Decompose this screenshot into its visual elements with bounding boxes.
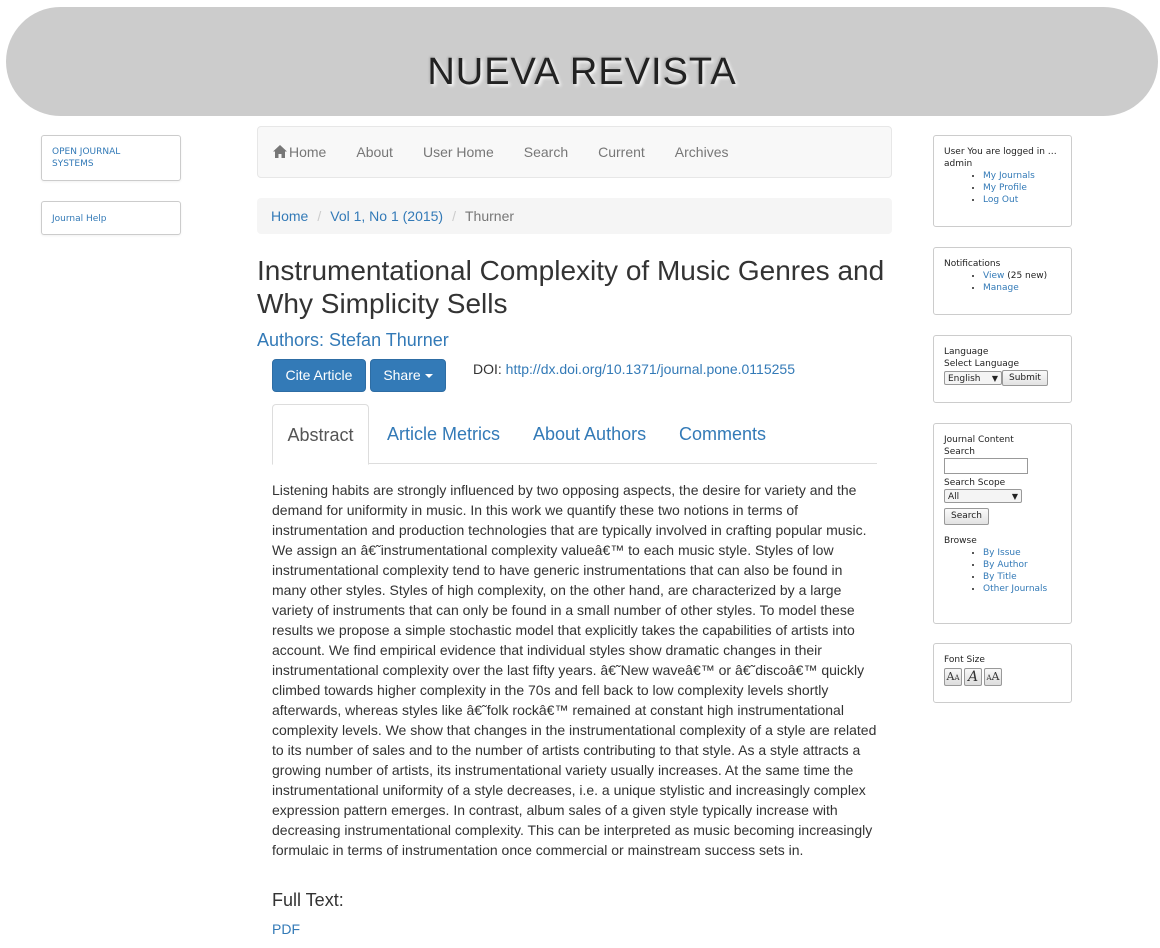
dropdown-arrow-icon: ▼	[991, 374, 998, 383]
list-item: By Title	[983, 571, 1061, 583]
site-title: NUEVA REVISTA	[427, 51, 737, 93]
view-notifications-link[interactable]: View	[983, 271, 1004, 281]
cite-article-button[interactable]: Cite Article	[272, 359, 366, 392]
select-language-label: Select Language	[944, 359, 1020, 369]
journal-help-block: Journal Help	[41, 201, 181, 235]
share-button-label: Share	[383, 367, 421, 383]
breadcrumb-current: Thurner	[465, 208, 515, 224]
logged-in-text: User You are logged in as...	[944, 147, 1062, 157]
list-item: Log Out	[983, 194, 1061, 206]
breadcrumb-issue[interactable]: Vol 1, No 1 (2015)	[330, 208, 443, 224]
doi-label: DOI:	[473, 361, 502, 377]
language-block: Language Select Language English ▼ Submit	[933, 335, 1072, 403]
search-button[interactable]: Search	[944, 508, 989, 525]
dropdown-arrow-icon: ▼	[1011, 492, 1018, 501]
my-journals-link[interactable]: My Journals	[983, 171, 1035, 181]
home-icon	[273, 128, 287, 178]
nav-current[interactable]: Current	[583, 127, 660, 178]
my-profile-link[interactable]: My Profile	[983, 183, 1027, 193]
nav-search[interactable]: Search	[509, 127, 583, 178]
article-tabs: Abstract Article Metrics About Authors C…	[272, 404, 877, 465]
doi-link[interactable]: http://dx.doi.org/10.1371/journal.pone.0…	[506, 361, 795, 377]
list-item: By Issue	[983, 547, 1061, 559]
username: admin	[944, 159, 973, 169]
search-scope-label: Search Scope	[944, 478, 1006, 488]
breadcrumb-home[interactable]: Home	[271, 208, 308, 224]
browse-by-title-link[interactable]: By Title	[983, 572, 1017, 582]
search-label: Search	[944, 447, 975, 457]
manage-notifications-link[interactable]: Manage	[983, 283, 1019, 293]
list-item: By Author	[983, 559, 1061, 571]
search-scope-select[interactable]: All ▼	[944, 489, 1022, 503]
notification-count: (25 new)	[1004, 271, 1048, 281]
font-default-icon[interactable]: A	[964, 668, 982, 686]
user-block: User You are logged in as... admin My Jo…	[933, 135, 1072, 227]
list-item: Manage	[983, 282, 1061, 294]
journal-help-link[interactable]: Journal Help	[42, 202, 180, 225]
list-item: My Journals	[983, 170, 1061, 182]
language-submit-button[interactable]: Submit	[1002, 370, 1048, 386]
search-input[interactable]	[944, 458, 1028, 474]
list-item: My Profile	[983, 182, 1061, 194]
browse-by-author-link[interactable]: By Author	[983, 560, 1028, 570]
font-size-title: Font Size	[944, 655, 985, 665]
notifications-block: Notifications View (25 new) Manage	[933, 247, 1072, 315]
ojs-block: OPEN JOURNAL SYSTEMS	[41, 135, 181, 181]
tab-comments[interactable]: Comments	[679, 404, 766, 464]
font-smaller-icon[interactable]: AA	[944, 668, 962, 686]
language-selected: English	[948, 374, 981, 384]
language-title: Language	[944, 347, 989, 357]
language-select[interactable]: English ▼	[944, 371, 1002, 385]
font-larger-icon[interactable]: AA	[984, 668, 1002, 686]
nav-home-label: Home	[289, 144, 327, 160]
article-authors: Authors: Stefan Thurner	[257, 330, 449, 350]
article-title: Instrumentational Complexity of Music Ge…	[257, 255, 885, 319]
breadcrumb: Home / Vol 1, No 1 (2015) / Thurner	[257, 198, 892, 234]
tab-abstract[interactable]: Abstract	[272, 404, 369, 465]
breadcrumb-separator: /	[317, 208, 322, 224]
nav-archives[interactable]: Archives	[660, 127, 744, 178]
other-journals-link[interactable]: Other Journals	[983, 584, 1047, 594]
caret-down-icon	[424, 374, 433, 379]
site-header: NUEVA REVISTA	[6, 7, 1158, 116]
font-size-block: Font Size AA A AA	[933, 643, 1072, 703]
search-scope-selected: All	[948, 492, 960, 502]
journal-content-block: Journal Content Search Search Scope All ▼…	[933, 423, 1072, 624]
browse-by-issue-link[interactable]: By Issue	[983, 548, 1021, 558]
full-text-heading: Full Text:	[272, 890, 344, 910]
journal-content-title: Journal Content	[944, 435, 1014, 445]
browse-label: Browse	[944, 536, 977, 546]
list-item: Other Journals	[983, 583, 1061, 595]
nav-user-home[interactable]: User Home	[408, 127, 509, 178]
ojs-link[interactable]: OPEN JOURNAL SYSTEMS	[42, 136, 152, 170]
breadcrumb-separator: /	[452, 208, 456, 224]
log-out-link[interactable]: Log Out	[983, 195, 1018, 205]
main-navbar: Home About User Home Search Current Arch…	[257, 126, 892, 178]
doi-line: DOI: http://dx.doi.org/10.1371/journal.p…	[473, 361, 795, 378]
abstract-text: Listening habits are strongly influenced…	[272, 482, 877, 858]
nav-about[interactable]: About	[341, 127, 408, 178]
nav-home[interactable]: Home	[273, 127, 341, 178]
pdf-link[interactable]: PDF	[272, 920, 300, 938]
list-item: View (25 new)	[983, 270, 1061, 282]
share-button[interactable]: Share	[370, 359, 446, 392]
notifications-title: Notifications	[944, 259, 1001, 269]
tab-article-metrics[interactable]: Article Metrics	[387, 404, 500, 464]
tab-about-authors[interactable]: About Authors	[533, 404, 646, 464]
